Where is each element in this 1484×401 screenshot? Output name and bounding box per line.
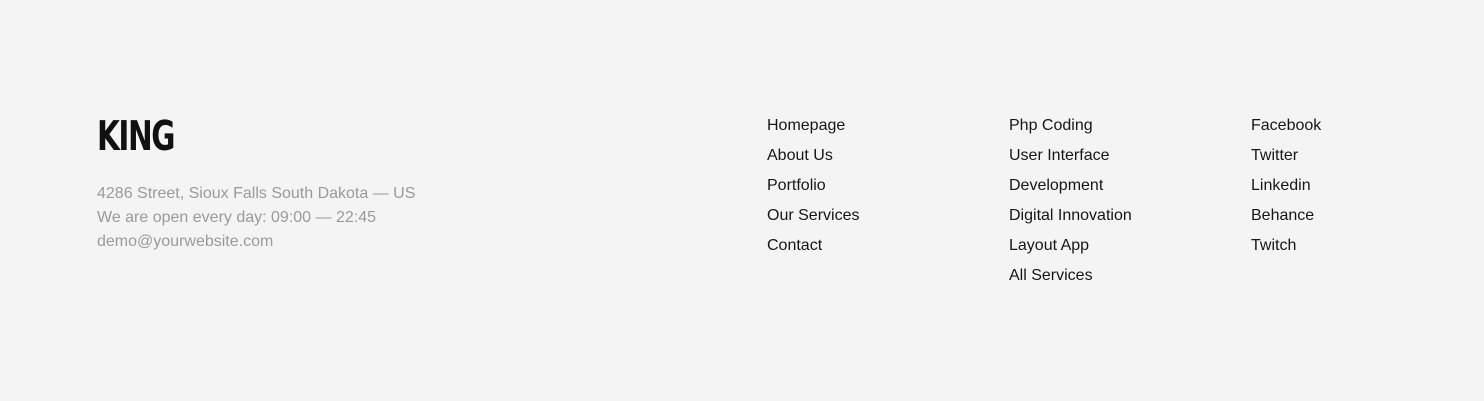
footer-social-column: Facebook Twitter Linkedin Behance Twitch [1251, 113, 1321, 263]
our-services-link[interactable]: Our Services [767, 207, 859, 224]
site-footer: KING 4286 Street, Sioux Falls South Dako… [0, 0, 1484, 401]
behance-link[interactable]: Behance [1251, 207, 1314, 224]
footer-link-item-twitch: Twitch [1251, 233, 1321, 263]
address-text: 4286 Street, Sioux Falls South Dakota — … [97, 185, 416, 202]
twitter-link[interactable]: Twitter [1251, 147, 1298, 164]
footer-link-item-our-services: Our Services [767, 203, 859, 233]
footer-navigation-column: Homepage About Us Portfolio Our Services… [767, 113, 859, 263]
footer-link-item-portfolio: Portfolio [767, 173, 859, 203]
footer-link-item-php-coding: Php Coding [1009, 113, 1132, 143]
footer-link-item-all-services: All Services [1009, 263, 1132, 293]
twitch-link[interactable]: Twitch [1251, 237, 1296, 254]
linkedin-link[interactable]: Linkedin [1251, 177, 1311, 194]
footer-link-item-homepage: Homepage [767, 113, 859, 143]
footer-services-column: Php Coding User Interface Development Di… [1009, 113, 1132, 293]
email-link[interactable]: demo@yourwebsite.com [97, 230, 517, 254]
homepage-link[interactable]: Homepage [767, 117, 845, 134]
footer-link-item-facebook: Facebook [1251, 113, 1321, 143]
footer-brand-block: KING 4286 Street, Sioux Falls South Dako… [97, 112, 517, 254]
development-link[interactable]: Development [1009, 177, 1103, 194]
footer-link-item-twitter: Twitter [1251, 143, 1321, 173]
layout-app-link[interactable]: Layout App [1009, 237, 1089, 254]
contact-info: 4286 Street, Sioux Falls South Dakota — … [97, 182, 517, 254]
php-coding-link[interactable]: Php Coding [1009, 117, 1093, 134]
footer-link-item-behance: Behance [1251, 203, 1321, 233]
user-interface-link[interactable]: User Interface [1009, 147, 1109, 164]
footer-link-item-contact: Contact [767, 233, 859, 263]
footer-link-item-layout-app: Layout App [1009, 233, 1132, 263]
footer-link-item-linkedin: Linkedin [1251, 173, 1321, 203]
portfolio-link[interactable]: Portfolio [767, 177, 826, 194]
facebook-link[interactable]: Facebook [1251, 117, 1321, 134]
about-us-link[interactable]: About Us [767, 147, 833, 164]
opening-hours-text: We are open every day: 09:00 — 22:45 [97, 209, 376, 226]
footer-link-item-development: Development [1009, 173, 1132, 203]
digital-innovation-link[interactable]: Digital Innovation [1009, 207, 1132, 224]
all-services-link[interactable]: All Services [1009, 267, 1093, 284]
footer-link-item-about-us: About Us [767, 143, 859, 173]
footer-link-item-user-interface: User Interface [1009, 143, 1132, 173]
contact-link[interactable]: Contact [767, 237, 822, 254]
footer-link-item-digital-innovation: Digital Innovation [1009, 203, 1132, 233]
brand-logo[interactable]: KING [97, 112, 399, 160]
